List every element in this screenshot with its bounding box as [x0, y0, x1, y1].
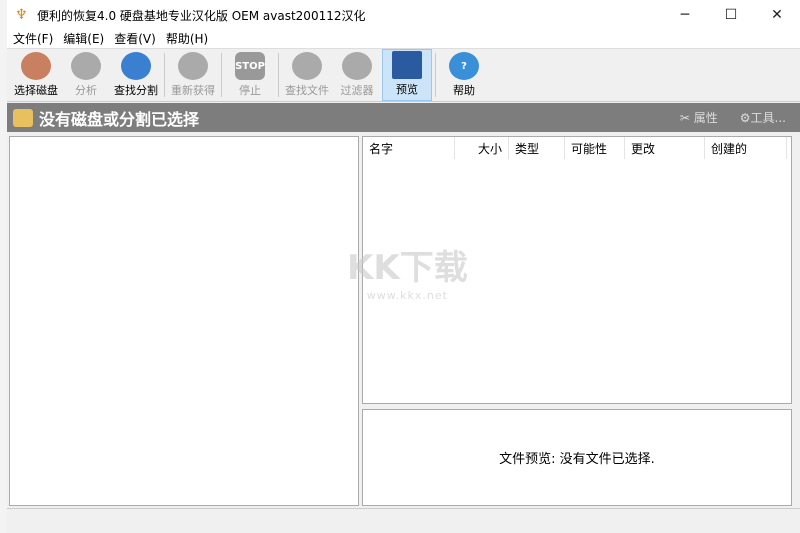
find-partition-icon	[121, 52, 151, 80]
column-modified[interactable]: 更改	[625, 137, 705, 159]
toolbar-label: 预览	[396, 83, 418, 96]
find-file-icon	[292, 52, 322, 80]
minimize-button[interactable]: ─	[662, 0, 708, 30]
menu-bar: 文件(F) 编辑(E) 查看(V) 帮助(H)	[7, 30, 800, 48]
column-probability[interactable]: 可能性	[565, 137, 625, 159]
toolbar-button-8[interactable]: ? 帮助	[439, 49, 489, 101]
filter-icon	[342, 52, 372, 80]
file-list-header: 名字 大小 类型 可能性 更改 创建的	[363, 137, 791, 159]
toolbar-button-3[interactable]: 重新获得	[168, 49, 218, 101]
disk-icon	[13, 108, 33, 127]
toolbar-button-1[interactable]: 分析	[61, 49, 111, 101]
selection-header: 没有磁盘或分割已选择 ✂ 属性 ⚙工具...	[7, 103, 800, 132]
analyze-icon	[71, 52, 101, 80]
toolbar-label: 分析	[75, 84, 97, 97]
toolbar-separator	[164, 53, 165, 97]
menu-file[interactable]: 文件(F)	[11, 30, 61, 48]
title-bar: ♆ 便利的恢复4.0 硬盘基地专业汉化版 OEM avast200112汉化 ─…	[7, 0, 800, 30]
toolbar-label: 帮助	[453, 84, 475, 97]
toolbar-separator	[278, 53, 279, 97]
toolbar-label: 选择磁盘	[14, 84, 58, 97]
menu-edit[interactable]: 编辑(E)	[61, 30, 112, 48]
toolbar-button-7[interactable]: 预览	[382, 49, 432, 101]
recover-icon	[178, 52, 208, 80]
status-bar	[7, 508, 800, 533]
toolbar-button-6[interactable]: 过滤器	[332, 49, 382, 101]
preview-panel: 文件预览: 没有文件已选择.	[362, 409, 792, 506]
tools-label: 工具...	[750, 111, 786, 125]
column-created[interactable]: 创建的	[705, 137, 787, 159]
toolbar-button-2[interactable]: 查找分割	[111, 49, 161, 101]
header-title: 没有磁盘或分割已选择	[39, 109, 200, 129]
tools-button[interactable]: ⚙工具...	[740, 109, 786, 126]
toolbar-separator	[435, 53, 436, 97]
close-button[interactable]: ✕	[754, 0, 800, 30]
preview-text: 文件预览: 没有文件已选择.	[499, 452, 655, 467]
stop-icon: STOP	[235, 52, 265, 80]
menu-help[interactable]: 帮助(H)	[164, 30, 216, 48]
preview-eye-icon	[392, 51, 422, 79]
toolbar-button-5[interactable]: 查找文件	[282, 49, 332, 101]
toolbar: 选择磁盘 分析 查找分割 重新获得 STOP 停止 查找文件 过滤器 预览? 帮助	[7, 48, 800, 102]
disk-hand-icon	[21, 52, 51, 80]
app-logo-icon: ♆	[15, 7, 28, 23]
toolbar-button-0[interactable]: 选择磁盘	[11, 49, 61, 101]
column-name[interactable]: 名字	[363, 137, 455, 159]
watermark: KK下载 www.kkx.net	[347, 240, 468, 302]
help-icon: ?	[449, 52, 479, 80]
properties-button[interactable]: ✂ 属性	[680, 109, 718, 126]
toolbar-label: 停止	[239, 84, 261, 97]
disk-tree-panel[interactable]	[9, 136, 359, 506]
window-title: 便利的恢复4.0 硬盘基地专业汉化版 OEM avast200112汉化	[37, 8, 366, 23]
watermark-logo: KK下载	[347, 248, 468, 288]
app-window: ♆ 便利的恢复4.0 硬盘基地专业汉化版 OEM avast200112汉化 ─…	[7, 0, 800, 533]
column-size[interactable]: 大小	[455, 137, 509, 159]
column-type[interactable]: 类型	[509, 137, 565, 159]
watermark-url: www.kkx.net	[366, 289, 448, 302]
maximize-button[interactable]: ☐	[708, 0, 754, 30]
toolbar-button-4[interactable]: STOP 停止	[225, 49, 275, 101]
toolbar-label: 过滤器	[340, 84, 374, 97]
toolbar-label: 查找文件	[285, 84, 329, 97]
toolbar-separator	[221, 53, 222, 97]
menu-view[interactable]: 查看(V)	[112, 30, 164, 48]
properties-label: 属性	[693, 111, 718, 125]
toolbar-label: 重新获得	[171, 84, 215, 97]
toolbar-label: 查找分割	[114, 84, 158, 97]
